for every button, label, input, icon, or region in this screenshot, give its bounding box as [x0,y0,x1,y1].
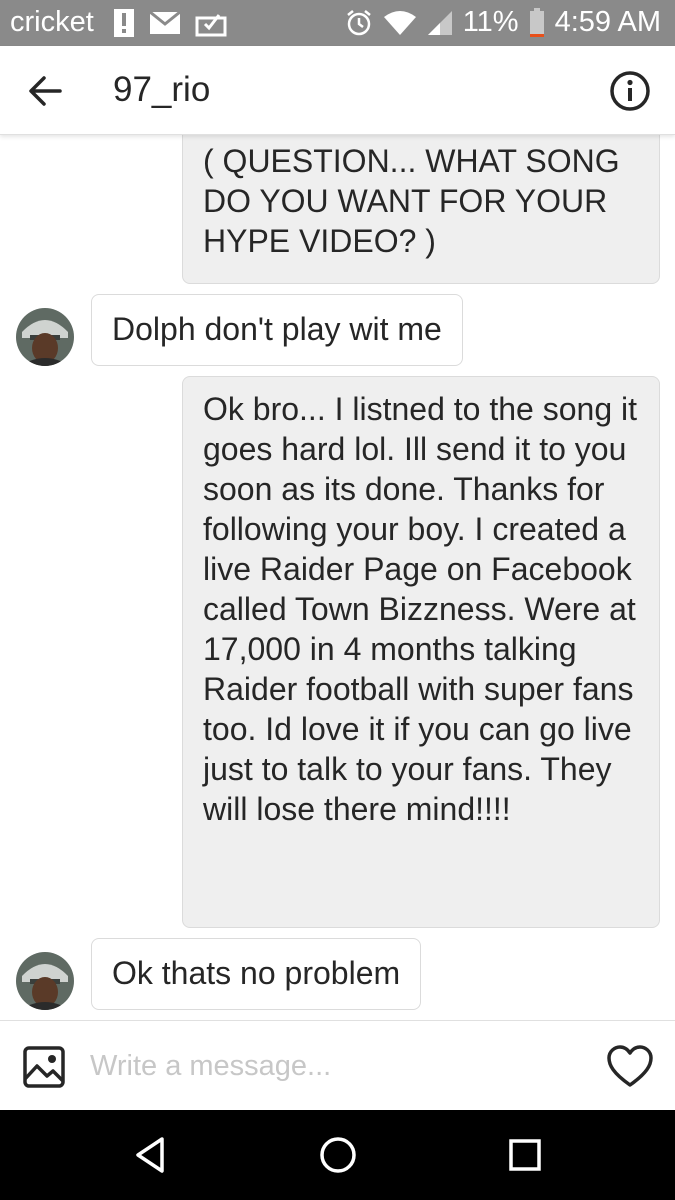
square-recents-icon [509,1139,541,1171]
alert-icon [114,9,134,37]
system-icons: 11% 4:59 AM [345,6,661,39]
nav-back-button[interactable] [130,1135,170,1175]
message-bubble-incoming[interactable]: Ok thats no problem [91,938,422,1010]
user-avatar-icon [16,952,74,1010]
conversation-header: 97_rio [0,46,675,135]
message-text: ( QUESTION... WHAT SONG DO YOU WANT FOR … [203,143,620,259]
carrier-name: cricket [10,6,94,38]
message-text: Dolph don't play wit me [112,311,442,347]
heart-icon [607,1045,653,1087]
avatar[interactable] [16,308,74,366]
notification-icons [113,8,227,38]
battery-icon [529,7,544,37]
nav-recents-button[interactable] [505,1135,545,1175]
message-thread[interactable]: ( QUESTION... WHAT SONG DO YOU WANT FOR … [0,134,675,1020]
system-nav-bar [0,1110,675,1200]
mail-icon [149,11,181,34]
triangle-back-icon [136,1137,164,1173]
message-text: Ok bro... I listned to the song it goes … [203,391,637,827]
info-button[interactable] [609,70,651,112]
clock: 4:59 AM [554,6,661,38]
message-bubble-incoming[interactable]: Dolph don't play wit me [91,294,463,366]
message-input[interactable] [90,1043,570,1089]
inbox-icon [195,14,227,37]
wifi-icon [383,10,416,35]
image-icon [23,1046,65,1088]
message-bubble-outgoing[interactable]: Ok bro... I listned to the song it goes … [182,376,660,928]
info-circle-icon [610,71,650,111]
conversation-title[interactable]: 97_rio [113,70,210,110]
status-bar: cricket 11% 4:59 AM [0,0,675,46]
like-button[interactable] [607,1045,653,1089]
avatar[interactable] [16,952,74,1010]
gallery-button[interactable] [22,1045,66,1089]
circle-home-icon [320,1137,356,1173]
message-composer [0,1020,675,1111]
battery-percent: 11% [462,6,519,38]
message-bubble-outgoing[interactable]: ( QUESTION... WHAT SONG DO YOU WANT FOR … [182,134,660,284]
signal-icon [427,10,452,35]
user-avatar-icon [16,308,74,366]
message-text: Ok thats no problem [112,955,401,991]
back-button[interactable] [24,70,66,112]
nav-home-button[interactable] [318,1135,358,1175]
alarm-icon [346,9,371,35]
arrow-left-icon [29,76,62,106]
